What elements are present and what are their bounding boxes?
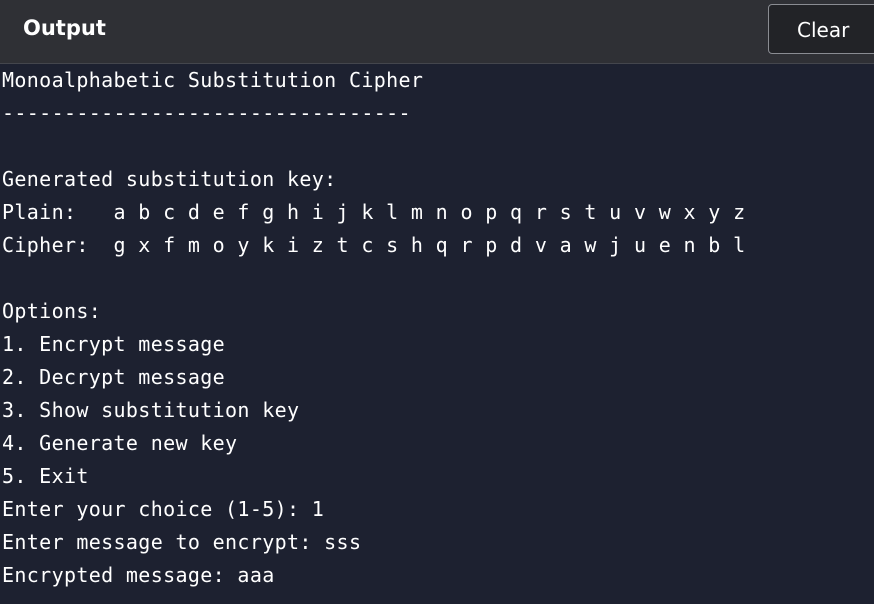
clear-button[interactable]: Clear bbox=[768, 4, 874, 54]
console-line-divider: --------------------------------- bbox=[2, 101, 411, 125]
console-line-message-prompt: Enter message to encrypt: sss bbox=[2, 530, 362, 554]
console-line-option-show-key: 3. Show substitution key bbox=[2, 398, 300, 422]
console-line-key-heading: Generated substitution key: bbox=[2, 167, 337, 191]
console-line-option-new-key: 4. Generate new key bbox=[2, 431, 238, 455]
console-line-plain-alphabet: Plain: a b c d e f g h i j k l m n o p q… bbox=[2, 200, 746, 224]
output-panel: Output Clear Monoalphabetic Substitution… bbox=[0, 0, 874, 604]
output-title: Output bbox=[23, 16, 106, 40]
console-line-cipher-alphabet: Cipher: g x f m o y k i z t c s h q r p … bbox=[2, 233, 746, 257]
console-line-option-exit: 5. Exit bbox=[2, 464, 89, 488]
console-output[interactable]: Monoalphabetic Substitution Cipher -----… bbox=[2, 64, 872, 592]
console-line-option-encrypt: 1. Encrypt message bbox=[2, 332, 226, 356]
console-line-choice-prompt: Enter your choice (1-5): 1 bbox=[2, 497, 325, 521]
console-line-title: Monoalphabetic Substitution Cipher bbox=[2, 68, 424, 92]
console-line-option-decrypt: 2. Decrypt message bbox=[2, 365, 226, 389]
console-line-options-heading: Options: bbox=[2, 299, 102, 323]
output-header: Output Clear bbox=[0, 0, 874, 64]
console-line-encrypted-result: Encrypted message: aaa bbox=[2, 563, 275, 587]
